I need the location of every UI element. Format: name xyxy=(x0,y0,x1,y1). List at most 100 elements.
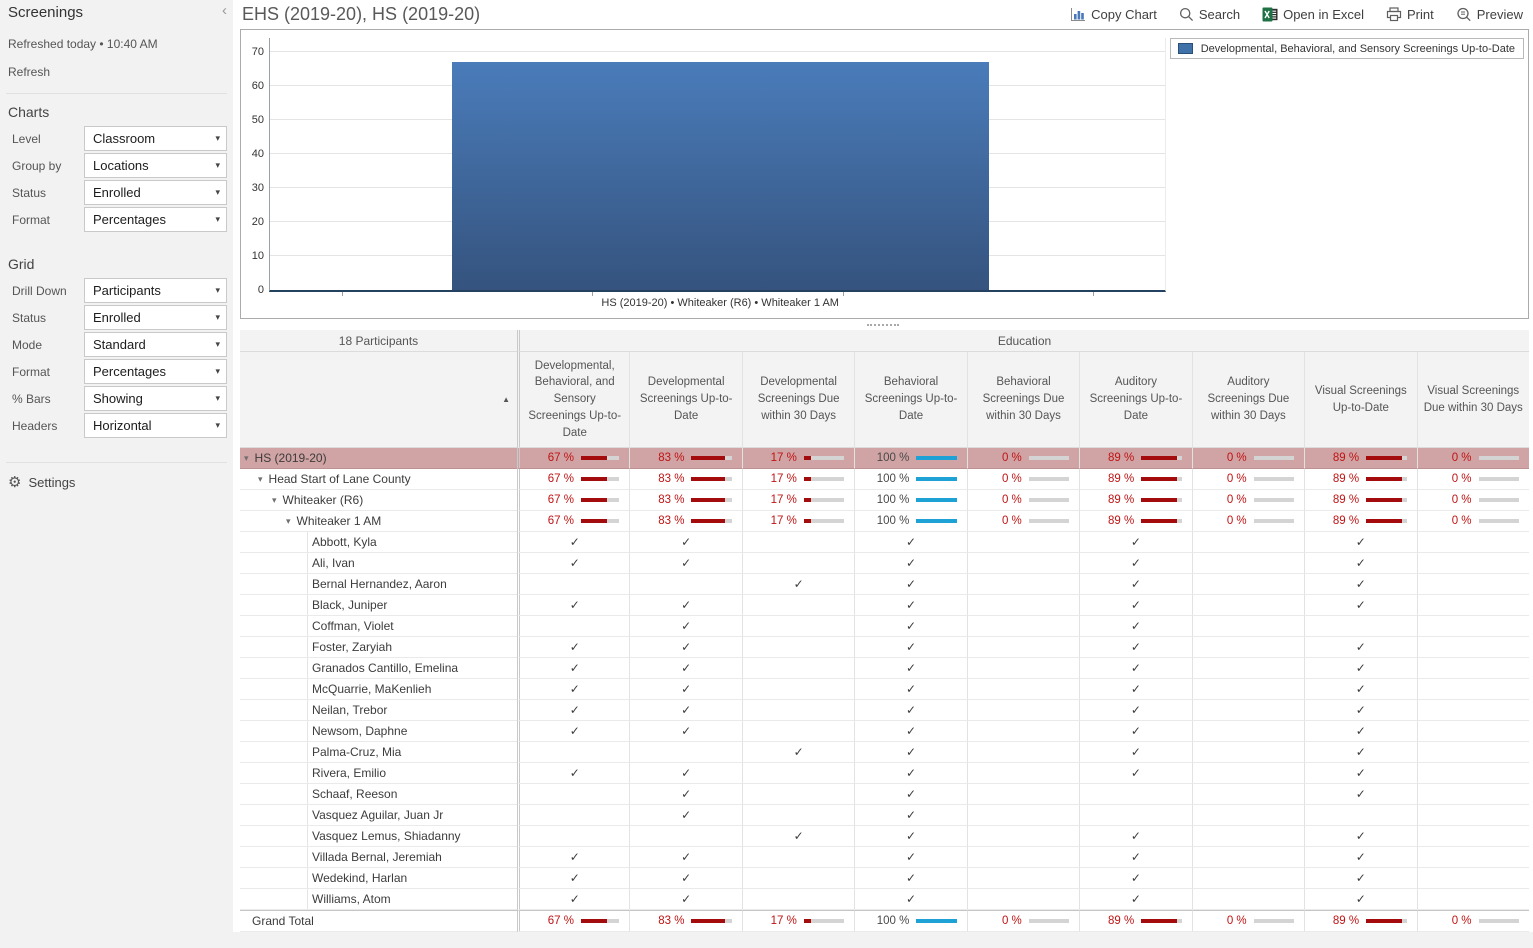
column-header-developmental-screenings-up-to-date[interactable]: Developmental Screenings Up-to-Date xyxy=(629,352,742,448)
participant-name-cell[interactable]: Schaaf, Reeson xyxy=(240,784,517,805)
participant-name-cell[interactable]: Vasquez Aguilar, Juan Jr xyxy=(240,805,517,826)
participant-row[interactable]: Foster, Zaryiah ✓ ✓ ✓ ✓ ✓ xyxy=(240,637,1529,658)
empty-cell xyxy=(966,658,1080,679)
summary-name-cell[interactable]: ▾ Whiteaker (R6) xyxy=(240,490,517,511)
dropdown-format[interactable]: Percentages ▾ xyxy=(84,359,227,384)
participant-row[interactable]: Vasquez Lemus, Shiadanny ✓ ✓ ✓ ✓ xyxy=(240,826,1529,847)
participant-row[interactable]: Abbott, Kyla ✓ ✓ ✓ ✓ ✓ xyxy=(240,532,1529,553)
column-header-developmental-screenings-due-within-30-days[interactable]: Developmental Screenings Due within 30 D… xyxy=(741,352,855,448)
summary-row[interactable]: ▾ Head Start of Lane County 67 % 83 % 17 % 10… xyxy=(240,469,1529,490)
toolbar-open-in-excel-button[interactable]: Open in Excel xyxy=(1262,7,1364,22)
summary-name-cell[interactable]: ▾ Head Start of Lane County xyxy=(240,469,517,490)
collapse-sidebar-icon[interactable]: ‹ xyxy=(222,2,227,19)
participant-name: Foster, Zaryiah xyxy=(312,640,393,654)
percent-value: 0 % xyxy=(1226,915,1247,927)
dropdown-format[interactable]: Percentages ▾ xyxy=(84,207,227,232)
column-header-behavioral-screenings-up-to-date[interactable]: Behavioral Screenings Up-to-Date xyxy=(854,352,967,448)
participant-row[interactable]: Ali, Ivan ✓ ✓ ✓ ✓ ✓ xyxy=(240,553,1529,574)
expander-icon[interactable]: ▾ xyxy=(286,516,291,527)
checkmark-icon: ✓ xyxy=(629,889,742,910)
participants-count-header[interactable]: 18 Participants xyxy=(240,330,517,352)
participant-name-cell[interactable]: Vasquez Lemus, Shiadanny xyxy=(240,826,517,847)
column-header-developmental-behavioral-and-sensory-screenings-up-to-date[interactable]: Developmental, Behavioral, and Sensory S… xyxy=(517,352,630,448)
summary-row[interactable]: ▾ HS (2019-20) 67 % 83 % 17 % 100 % 0 % 89 % 0 %… xyxy=(240,448,1529,469)
participant-name-cell[interactable]: Wedekind, Harlan xyxy=(240,868,517,889)
participant-row[interactable]: Williams, Atom ✓ ✓ ✓ ✓ ✓ xyxy=(240,889,1529,910)
participant-row[interactable]: Vasquez Aguilar, Juan Jr ✓ ✓ xyxy=(240,805,1529,826)
participant-name-cell[interactable]: Black, Juniper xyxy=(240,595,517,616)
summary-row[interactable]: ▾ Whiteaker (R6) 67 % 83 % 17 % 100 % 0 % 89 % 0… xyxy=(240,490,1529,511)
expander-icon[interactable]: ▾ xyxy=(258,474,263,485)
dropdown-bars[interactable]: Showing ▾ xyxy=(84,386,227,411)
participant-row[interactable]: Neilan, Trebor ✓ ✓ ✓ ✓ ✓ xyxy=(240,700,1529,721)
dropdown-status[interactable]: Enrolled ▾ xyxy=(84,180,227,205)
expander-icon[interactable]: ▾ xyxy=(244,453,249,464)
participant-row[interactable]: Black, Juniper ✓ ✓ ✓ ✓ ✓ xyxy=(240,595,1529,616)
dropdown-status[interactable]: Enrolled ▾ xyxy=(84,305,227,330)
participant-row[interactable]: Rivera, Emilio ✓ ✓ ✓ ✓ ✓ xyxy=(240,763,1529,784)
empty-cell xyxy=(629,742,742,763)
toolbar-copy-chart-button[interactable]: Copy Chart xyxy=(1070,7,1157,22)
chart-legend: Developmental, Behavioral, and Sensory S… xyxy=(1169,38,1524,59)
settings-button[interactable]: ⚙ Settings xyxy=(0,463,233,502)
participant-name-cell[interactable]: Ali, Ivan xyxy=(240,553,517,574)
column-header-auditory-screenings-up-to-date[interactable]: Auditory Screenings Up-to-Date xyxy=(1079,352,1192,448)
participant-name-cell[interactable]: Coffman, Violet xyxy=(240,616,517,637)
empty-cell xyxy=(1416,679,1529,700)
percent-cell: 89 % xyxy=(1079,448,1192,469)
chart-bar[interactable] xyxy=(451,61,989,290)
x-axis-tick xyxy=(592,292,594,296)
participant-name-cell[interactable]: Neilan, Trebor xyxy=(240,700,517,721)
dropdown-group-by[interactable]: Locations ▾ xyxy=(84,153,227,178)
participant-row[interactable]: Wedekind, Harlan ✓ ✓ ✓ ✓ ✓ xyxy=(240,868,1529,889)
name-column-header[interactable]: ▲ xyxy=(240,352,517,448)
refresh-button[interactable]: Refresh xyxy=(0,51,233,79)
participant-name-cell[interactable]: Rivera, Emilio xyxy=(240,763,517,784)
participant-name: Newsom, Daphne xyxy=(312,724,408,738)
dropdown-level[interactable]: Classroom ▾ xyxy=(84,126,227,151)
participant-name-cell[interactable]: Granados Cantillo, Emelina xyxy=(240,658,517,679)
participant-row[interactable]: Palma-Cruz, Mia ✓ ✓ ✓ ✓ xyxy=(240,742,1529,763)
percent-bar-fill xyxy=(691,456,725,460)
column-header-visual-screenings-up-to-date[interactable]: Visual Screenings Up-to-Date xyxy=(1304,352,1417,448)
percent-value: 0 % xyxy=(1001,494,1022,506)
participant-row[interactable]: Villada Bernal, Jeremiah ✓ ✓ ✓ ✓ ✓ xyxy=(240,847,1529,868)
column-header-visual-screenings-due-within-30-days[interactable]: Visual Screenings Due within 30 Days xyxy=(1416,352,1529,448)
column-header-auditory-screenings-due-within-30-days[interactable]: Auditory Screenings Due within 30 Days xyxy=(1191,352,1305,448)
x-axis-tick xyxy=(842,292,844,296)
summary-name-cell[interactable]: ▾ HS (2019-20) xyxy=(240,448,517,469)
dropdown-drill-down[interactable]: Participants ▾ xyxy=(84,278,227,303)
participant-name-cell[interactable]: Palma-Cruz, Mia xyxy=(240,742,517,763)
participant-name-cell[interactable]: Bernal Hernandez, Aaron xyxy=(240,574,517,595)
participant-name-cell[interactable]: Foster, Zaryiah xyxy=(240,637,517,658)
participant-name-cell[interactable]: McQuarrie, MaKenlieh xyxy=(240,679,517,700)
participant-name-cell[interactable]: Newsom, Daphne xyxy=(240,721,517,742)
summary-row[interactable]: ▾ Whiteaker 1 AM 67 % 83 % 17 % 100 % 0 % 89 % 0… xyxy=(240,511,1529,532)
percent-cell: 17 % xyxy=(741,511,855,532)
participant-row[interactable]: Coffman, Violet ✓ ✓ ✓ xyxy=(240,616,1529,637)
percent-cell: 83 % xyxy=(629,490,742,511)
participant-row[interactable]: Bernal Hernandez, Aaron ✓ ✓ ✓ ✓ xyxy=(240,574,1529,595)
participant-row[interactable]: Newsom, Daphne ✓ ✓ ✓ ✓ ✓ xyxy=(240,721,1529,742)
participant-name-cell[interactable]: Williams, Atom xyxy=(240,889,517,910)
expander-icon[interactable]: ▾ xyxy=(272,495,277,506)
empty-cell xyxy=(1416,763,1529,784)
empty-cell xyxy=(966,574,1080,595)
percent-value: 100 % xyxy=(876,515,910,527)
y-axis-tick-label: 70 xyxy=(251,45,264,58)
column-header-behavioral-screenings-due-within-30-days[interactable]: Behavioral Screenings Due within 30 Days xyxy=(966,352,1080,448)
chart-grid-splitter[interactable] xyxy=(233,319,1533,330)
participant-name-cell[interactable]: Abbott, Kyla xyxy=(240,532,517,553)
participant-name-cell[interactable]: Villada Bernal, Jeremiah xyxy=(240,847,517,868)
toolbar-preview-button[interactable]: Preview xyxy=(1456,7,1523,22)
toolbar-search-button[interactable]: Search xyxy=(1179,7,1240,22)
summary-name-cell[interactable]: ▾ Whiteaker 1 AM xyxy=(240,511,517,532)
participant-row[interactable]: McQuarrie, MaKenlieh ✓ ✓ ✓ ✓ ✓ xyxy=(240,679,1529,700)
percent-cell: 17 % xyxy=(741,469,855,490)
dropdown-headers[interactable]: Horizontal ▾ xyxy=(84,413,227,438)
participant-row[interactable]: Schaaf, Reeson ✓ ✓ ✓ xyxy=(240,784,1529,805)
toolbar-label: Open in Excel xyxy=(1283,7,1365,22)
dropdown-mode[interactable]: Standard ▾ xyxy=(84,332,227,357)
toolbar-print-button[interactable]: Print xyxy=(1386,7,1434,22)
participant-row[interactable]: Granados Cantillo, Emelina ✓ ✓ ✓ ✓ ✓ xyxy=(240,658,1529,679)
